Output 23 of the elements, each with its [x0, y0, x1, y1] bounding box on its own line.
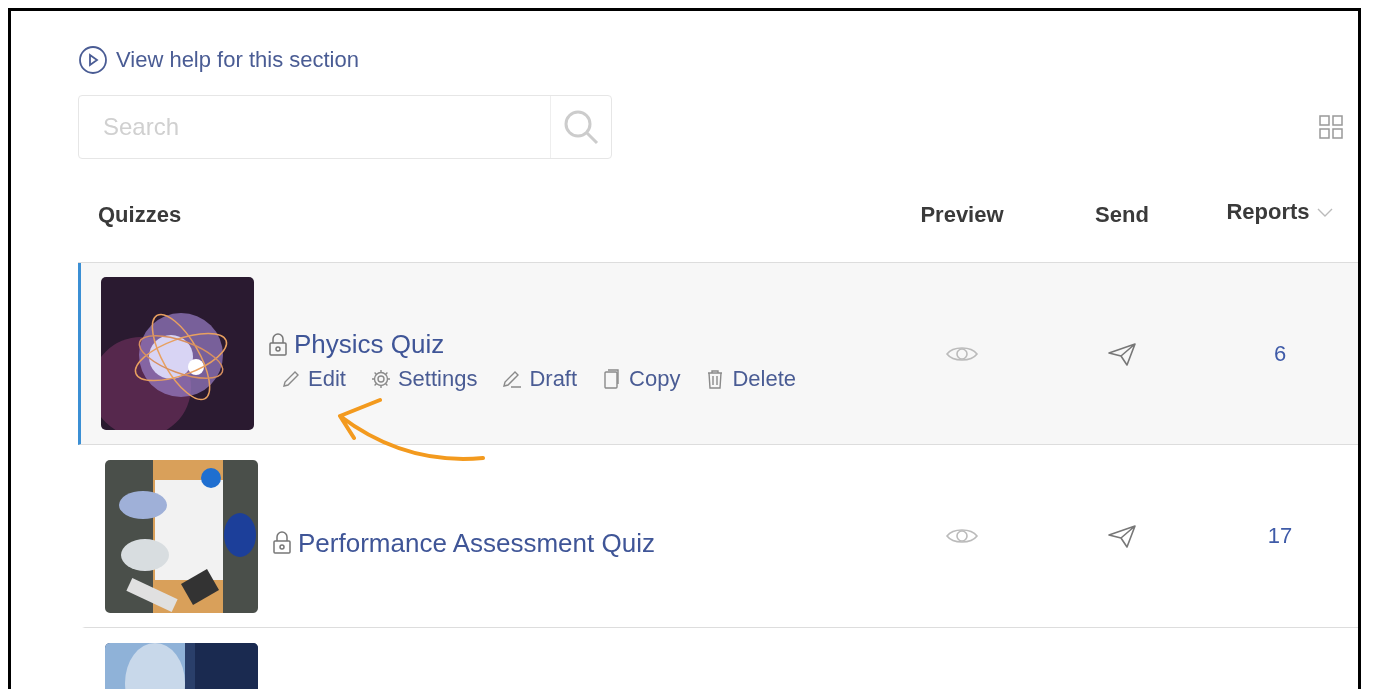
copy-link[interactable]: Copy [601, 366, 681, 392]
send-button[interactable] [1107, 523, 1137, 549]
play-icon [78, 45, 108, 75]
quiz-row[interactable]: Physics Quiz Edit Settings Draft Copy Delete 6 [78, 263, 1358, 445]
column-header: Preview [920, 201, 1004, 228]
delete-link[interactable]: Delete [704, 366, 797, 392]
help-link[interactable]: View help for this section [78, 45, 359, 75]
column-header: Send [1095, 201, 1149, 228]
help-link-text[interactable]: View help for this section [116, 47, 359, 73]
gear-icon [369, 368, 392, 390]
quiz-title[interactable]: Physics Quiz [294, 329, 445, 360]
report-count[interactable]: 17 [1267, 523, 1293, 549]
quiz-title[interactable]: Performance Assessment Quiz [298, 527, 655, 559]
edit-link[interactable]: Edit [280, 366, 346, 392]
send-button[interactable] [1107, 340, 1137, 367]
settings-link[interactable]: Settings [369, 366, 478, 392]
column-header[interactable]: Reports [1226, 198, 1310, 225]
paper-plane-icon [1107, 523, 1137, 549]
report-count[interactable]: 6 [1273, 340, 1287, 367]
paper-plane-icon [1107, 340, 1137, 367]
grid-view-icon[interactable] [1318, 114, 1344, 140]
draft-link[interactable]: Draft [501, 366, 578, 392]
column-header: Quizzes [97, 201, 182, 228]
